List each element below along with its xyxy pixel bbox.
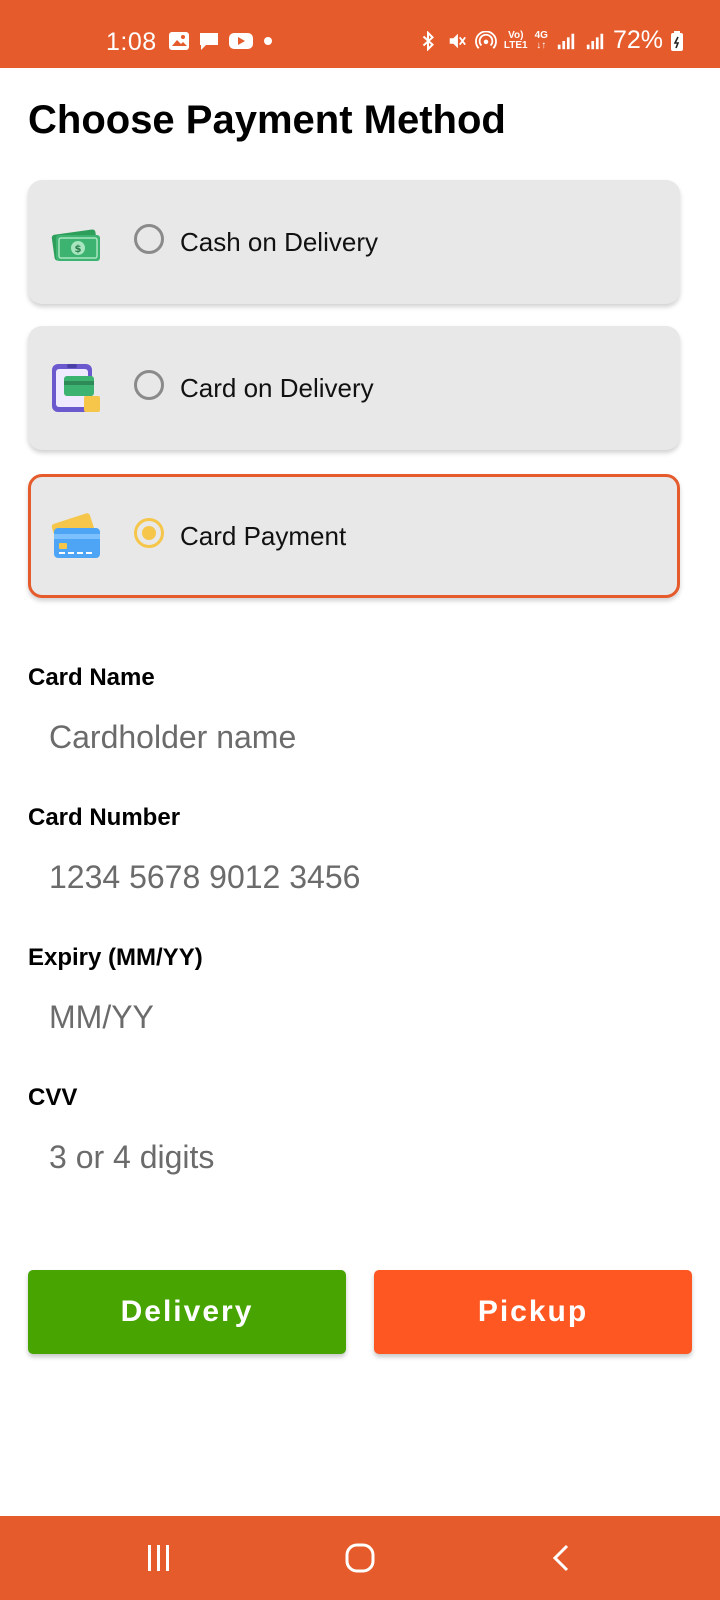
- bluetooth-icon: [422, 30, 434, 51]
- radio-cash-on-delivery[interactable]: [134, 224, 164, 254]
- battery-percent: 72%: [612, 26, 663, 54]
- payment-option-cash-on-delivery[interactable]: $ Cash on Delivery: [28, 180, 680, 304]
- back-icon: [552, 1544, 569, 1572]
- home-icon: [345, 1543, 375, 1573]
- message-icon: [200, 33, 218, 50]
- card-name-input[interactable]: [28, 707, 680, 767]
- card-reader-icon: [52, 364, 100, 412]
- payment-option-card-on-delivery[interactable]: Card on Delivery: [28, 326, 680, 450]
- signal-icon: [586, 33, 604, 49]
- gallery-icon: [169, 32, 189, 50]
- hotspot-icon: [474, 30, 497, 49]
- pickup-button[interactable]: Pickup: [374, 1270, 692, 1354]
- mute-icon: [449, 33, 466, 48]
- 4g-icon: 4G ↓↑: [534, 29, 548, 51]
- navigation-bar: [0, 1516, 720, 1600]
- volte-icon: Vo) LTE1: [503, 29, 528, 51]
- cvv-input[interactable]: [28, 1127, 680, 1187]
- payment-option-label: Card Payment: [180, 521, 347, 551]
- status-bar: 1:08 Vo) LTE1 4G ↓↑ 72%: [0, 0, 720, 68]
- youtube-icon: [229, 33, 253, 49]
- payment-option-label: Cash on Delivery: [180, 227, 378, 257]
- network-type-label: 4G: [534, 29, 548, 41]
- status-time: 1:08: [106, 28, 157, 56]
- recents-icon: [148, 1545, 169, 1571]
- card-number-label: Card Number: [28, 804, 181, 831]
- signal-icon: [557, 33, 575, 49]
- delivery-button[interactable]: Delivery: [28, 1270, 346, 1354]
- battery-icon: [671, 30, 683, 51]
- payment-option-label: Card on Delivery: [180, 373, 374, 403]
- radio-card-on-delivery[interactable]: [134, 370, 164, 400]
- back-button[interactable]: [537, 1536, 587, 1580]
- payment-option-card-payment[interactable]: Card Payment: [28, 474, 680, 598]
- card-number-input[interactable]: [28, 847, 680, 907]
- expiry-input[interactable]: [28, 987, 680, 1047]
- dot-icon: [264, 37, 272, 45]
- svg-text:$: $: [75, 244, 82, 255]
- system-status-icons: Vo) LTE1 4G ↓↑ 72%: [417, 26, 684, 55]
- volte-label: Vo): [508, 29, 524, 41]
- credit-card-icon: [51, 513, 100, 558]
- radio-card-payment[interactable]: [134, 518, 164, 548]
- lte-label: LTE1: [503, 39, 528, 51]
- cvv-label: CVV: [28, 1084, 78, 1111]
- recents-button[interactable]: [134, 1536, 184, 1580]
- page-title: Choose Payment Method: [28, 98, 506, 142]
- home-button[interactable]: [335, 1536, 385, 1580]
- notification-icons: [168, 31, 274, 51]
- card-name-label: Card Name: [28, 664, 155, 691]
- expiry-label: Expiry (MM/YY): [28, 944, 203, 971]
- cash-icon: $: [51, 229, 100, 261]
